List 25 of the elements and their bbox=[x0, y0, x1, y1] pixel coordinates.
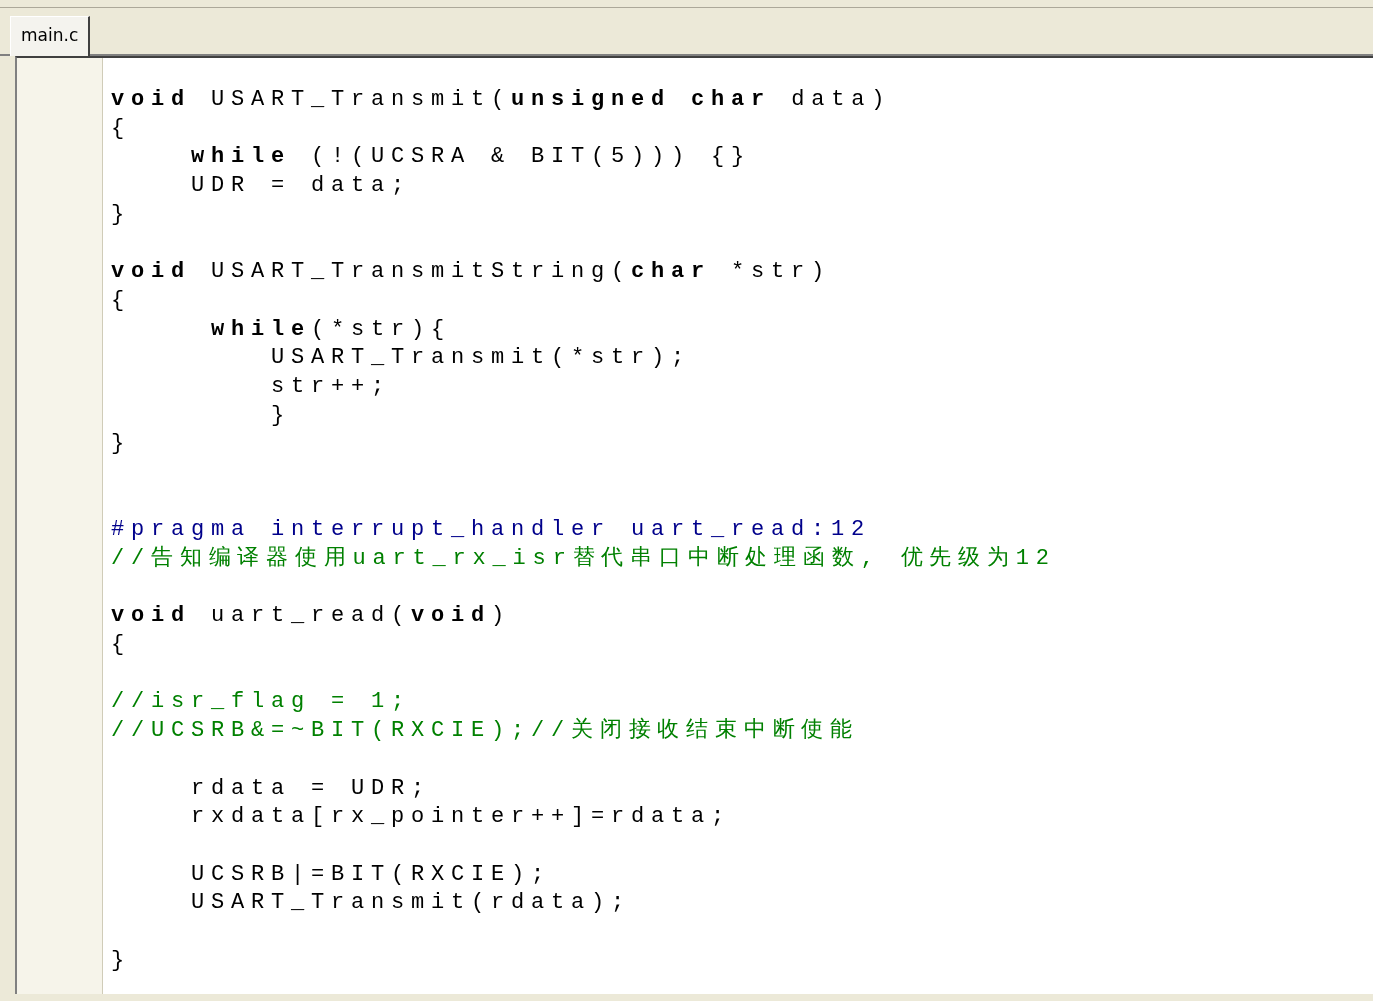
code-line: while(*str){ bbox=[210, 315, 452, 344]
code-line: void USART_Transmit(unsigned char data) bbox=[111, 86, 892, 114]
code-line: UDR = data; bbox=[190, 172, 412, 201]
code-line: } bbox=[111, 946, 131, 975]
code-line: UCSRB|=BIT(RXCIE); bbox=[190, 860, 552, 889]
code-line: while (!(UCSRA & BIT(5))) {} bbox=[190, 143, 752, 172]
code-line: } bbox=[111, 430, 131, 459]
code-line: void uart_read(void) bbox=[111, 602, 512, 631]
code-line: } bbox=[270, 401, 292, 430]
code-line: void USART_TransmitString(char *str) bbox=[111, 258, 832, 287]
code-line: } bbox=[111, 200, 131, 229]
code-line: str++; bbox=[270, 372, 392, 401]
code-line: USART_Transmit(*str); bbox=[270, 344, 692, 373]
code-comment: //UCSRB&=~BIT(RXCIE);//关闭接收结束中断使能 bbox=[111, 717, 860, 746]
code-line: { bbox=[111, 286, 131, 315]
code-line: { bbox=[111, 631, 131, 660]
code-line: { bbox=[111, 114, 131, 143]
code-line: rdata = UDR; bbox=[190, 774, 432, 803]
code-editor[interactable] bbox=[103, 58, 1373, 994]
code-comment: //isr_flag = 1; bbox=[111, 688, 412, 717]
code-line: rxdata[rx_pointer++]=rdata; bbox=[190, 803, 732, 832]
code-comment: //告知编译器使用uart_rx_isr替代串口中断处理函数, 优先级为12 bbox=[111, 545, 1056, 573]
file-tab[interactable]: main.c bbox=[10, 16, 91, 56]
code-line: USART_Transmit(rdata); bbox=[190, 889, 632, 918]
preprocessor-directive: #pragma interrupt_handler uart_read:12 bbox=[111, 516, 872, 545]
